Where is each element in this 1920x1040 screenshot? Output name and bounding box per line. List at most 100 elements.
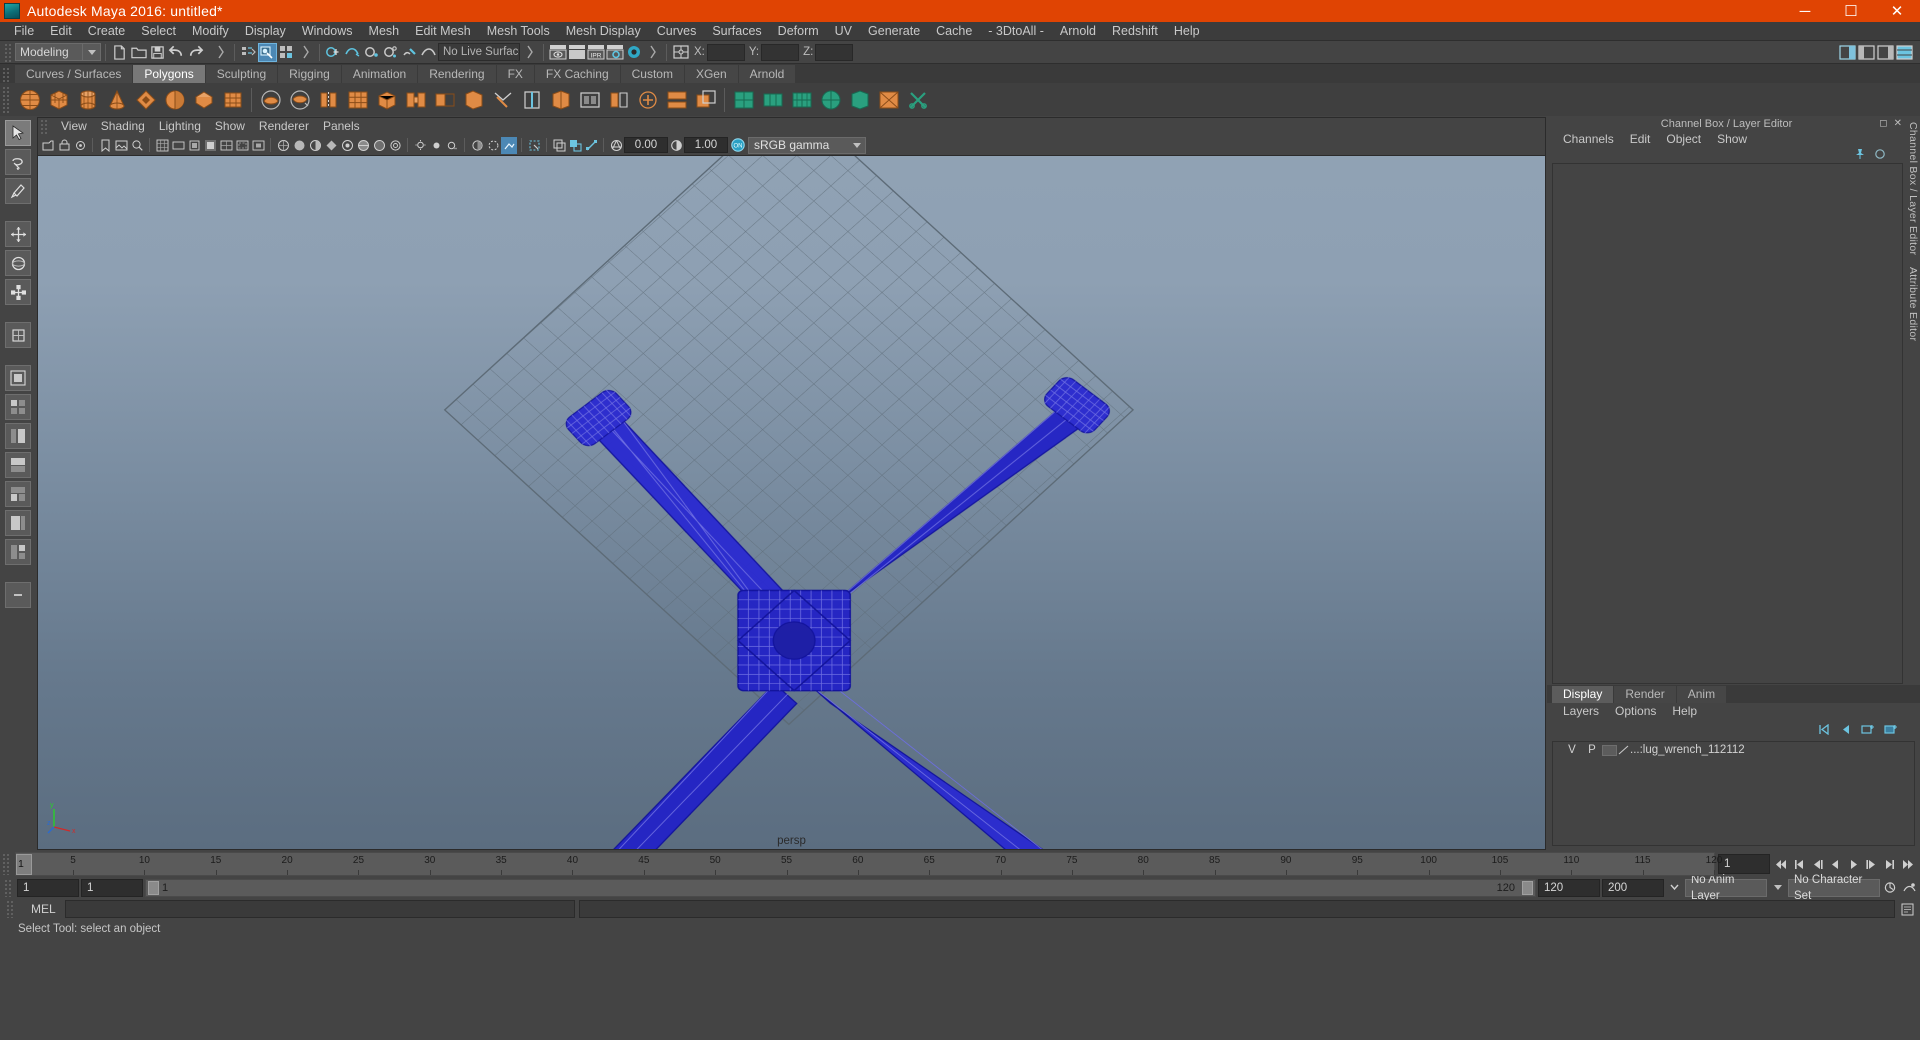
layer-move-up-icon[interactable] xyxy=(1839,723,1852,738)
live-collapse-icon[interactable] xyxy=(520,43,539,62)
3d-viewport[interactable]: y x z persp xyxy=(38,156,1545,849)
select-by-component-type-button[interactable] xyxy=(277,43,296,62)
offset-edge-loop-button[interactable] xyxy=(547,86,574,113)
layer-move-first-icon[interactable] xyxy=(1817,723,1830,738)
menu-item-arnold[interactable]: Arnold xyxy=(1052,22,1104,41)
menu-item-display[interactable]: Display xyxy=(237,22,294,41)
sidebar-attribute-editor-button[interactable] xyxy=(1838,43,1857,62)
gamma-field[interactable]: 1.00 xyxy=(684,137,728,153)
animation-end-time-field[interactable]: 200 xyxy=(1602,878,1664,897)
shelf-tab-xgen[interactable]: XGen xyxy=(684,65,738,83)
menu-item-deform[interactable]: Deform xyxy=(770,22,827,41)
live-surface-field[interactable]: No Live Surface xyxy=(438,43,520,61)
poly-combine-button[interactable] xyxy=(634,86,661,113)
animation-preferences-button[interactable] xyxy=(1901,878,1918,898)
panel-float-icon[interactable]: ◻ xyxy=(1879,118,1887,129)
poly-append-button[interactable] xyxy=(431,86,458,113)
shelf-gripper-icon[interactable] xyxy=(2,85,11,114)
grid-toggle-button[interactable] xyxy=(154,137,170,154)
display-textures-button[interactable] xyxy=(551,137,567,154)
move-tool-button[interactable] xyxy=(5,221,31,247)
uv-cylindrical-map-button[interactable] xyxy=(759,86,786,113)
layer-name[interactable]: ...:lug_wrench_112112 xyxy=(1630,744,1745,756)
rail-tab-channel-box[interactable]: Channel Box / Layer Editor xyxy=(1907,116,1919,261)
channel-box-menu-edit[interactable]: Edit xyxy=(1622,131,1659,148)
shadows-button[interactable] xyxy=(444,137,460,154)
render-settings-button[interactable] xyxy=(605,43,624,62)
poly-sphere-button[interactable] xyxy=(16,86,43,113)
hypershade-persp-layout-button[interactable] xyxy=(5,481,31,507)
render-collapse-icon[interactable] xyxy=(643,43,662,62)
safe-action-button[interactable] xyxy=(234,137,250,154)
menuset-mode-select[interactable]: Modeling xyxy=(15,43,83,61)
ipr-render-button[interactable]: IPR xyxy=(586,43,605,62)
open-scene-button[interactable] xyxy=(129,43,148,62)
poly-wedge-button[interactable] xyxy=(460,86,487,113)
character-set-select[interactable]: No Character Set xyxy=(1788,874,1880,902)
layer-new-empty-icon[interactable] xyxy=(1861,723,1875,738)
anim-layer-select[interactable]: No Anim Layer xyxy=(1685,874,1767,902)
shelf-tab-rendering[interactable]: Rendering xyxy=(418,65,496,83)
range-left-handle[interactable] xyxy=(148,880,159,895)
panel-close-icon[interactable]: ✕ xyxy=(1894,118,1902,129)
wireframe-on-shaded-button[interactable] xyxy=(355,137,371,154)
redo-previous-render-button[interactable] xyxy=(567,43,586,62)
snap-to-curve-button[interactable] xyxy=(343,43,362,62)
auto-keyframe-toggle[interactable] xyxy=(1882,878,1899,898)
exposure-reset-button[interactable] xyxy=(583,137,599,154)
resolution-gate-button[interactable] xyxy=(186,137,202,154)
rotate-tool-button[interactable] xyxy=(5,250,31,276)
shelf-tab-rigging[interactable]: Rigging xyxy=(278,65,341,83)
shelf-tabs-gripper-icon[interactable] xyxy=(2,67,11,83)
viewport-menu-show[interactable]: Show xyxy=(208,118,252,135)
undo-button[interactable] xyxy=(167,43,186,62)
menu-item-create[interactable]: Create xyxy=(80,22,134,41)
menu-item-cache[interactable]: Cache xyxy=(928,22,980,41)
toolbox-more-button[interactable] xyxy=(5,582,31,608)
layer-row[interactable]: V P ...:lug_wrench_112112 xyxy=(1553,742,1914,758)
menu-item-mesh-tools[interactable]: Mesh Tools xyxy=(479,22,558,41)
poly-quad-grid-button[interactable] xyxy=(344,86,371,113)
gate-mask-button[interactable] xyxy=(202,137,218,154)
single-perspective-layout-button[interactable] xyxy=(5,365,31,391)
menu-item-modify[interactable]: Modify xyxy=(184,22,237,41)
film-gate-button[interactable] xyxy=(170,137,186,154)
new-scene-button[interactable] xyxy=(110,43,129,62)
select-tool-button[interactable] xyxy=(5,120,31,146)
redo-button[interactable] xyxy=(186,43,205,62)
exposure-field[interactable]: 0.00 xyxy=(624,137,668,153)
shelf-tab-arnold[interactable]: Arnold xyxy=(738,65,796,83)
uv-camera-map-button[interactable] xyxy=(846,86,873,113)
z-coord-field[interactable] xyxy=(815,43,854,61)
poly-torus-button[interactable] xyxy=(132,86,159,113)
time-slider[interactable]: 5 10 15 20 25 30 35 40 45 50 55 60 65 70 75 80 85 90 95 100… xyxy=(15,852,1722,876)
persp-graph-layout-button[interactable] xyxy=(5,452,31,478)
sidebar-channel-box-button[interactable] xyxy=(1876,43,1895,62)
use-all-lights-button[interactable] xyxy=(428,137,444,154)
range-slider-gripper-icon[interactable] xyxy=(4,878,13,897)
playback-options-icon[interactable] xyxy=(1666,878,1683,898)
shelf-tab-polygons[interactable]: Polygons xyxy=(133,65,205,83)
sculpt-relax-button[interactable] xyxy=(286,86,313,113)
channel-box-menu-show[interactable]: Show xyxy=(1709,131,1755,148)
anim-layer-dropdown-icon[interactable] xyxy=(1769,878,1786,898)
smooth-shade-selected-button[interactable] xyxy=(307,137,323,154)
select-by-hierarchy-button[interactable] xyxy=(239,43,258,62)
menu-item-uv[interactable]: UV xyxy=(827,22,860,41)
snap-to-point-button[interactable] xyxy=(362,43,381,62)
range-slider[interactable]: 1 120 xyxy=(145,878,1536,897)
channel-box-body[interactable] xyxy=(1552,163,1903,684)
shelf-tab-sculpting[interactable]: Sculpting xyxy=(205,65,278,83)
maximize-button[interactable]: ☐ xyxy=(1828,0,1874,22)
insert-edge-loop-button[interactable] xyxy=(518,86,545,113)
xray-joints-button[interactable] xyxy=(387,137,403,154)
range-end-time-field[interactable]: 120 xyxy=(1538,878,1600,897)
menu-item-file[interactable]: File xyxy=(6,22,42,41)
poly-bridge-button[interactable] xyxy=(402,86,429,113)
poly-pyramid-button[interactable] xyxy=(219,86,246,113)
sculpt-smooth-button[interactable] xyxy=(257,86,284,113)
camera-attributes-button[interactable] xyxy=(72,137,88,154)
outliner-persp-layout-button[interactable] xyxy=(5,423,31,449)
hypershade-button[interactable] xyxy=(624,43,643,62)
use-default-lighting-button[interactable] xyxy=(412,137,428,154)
